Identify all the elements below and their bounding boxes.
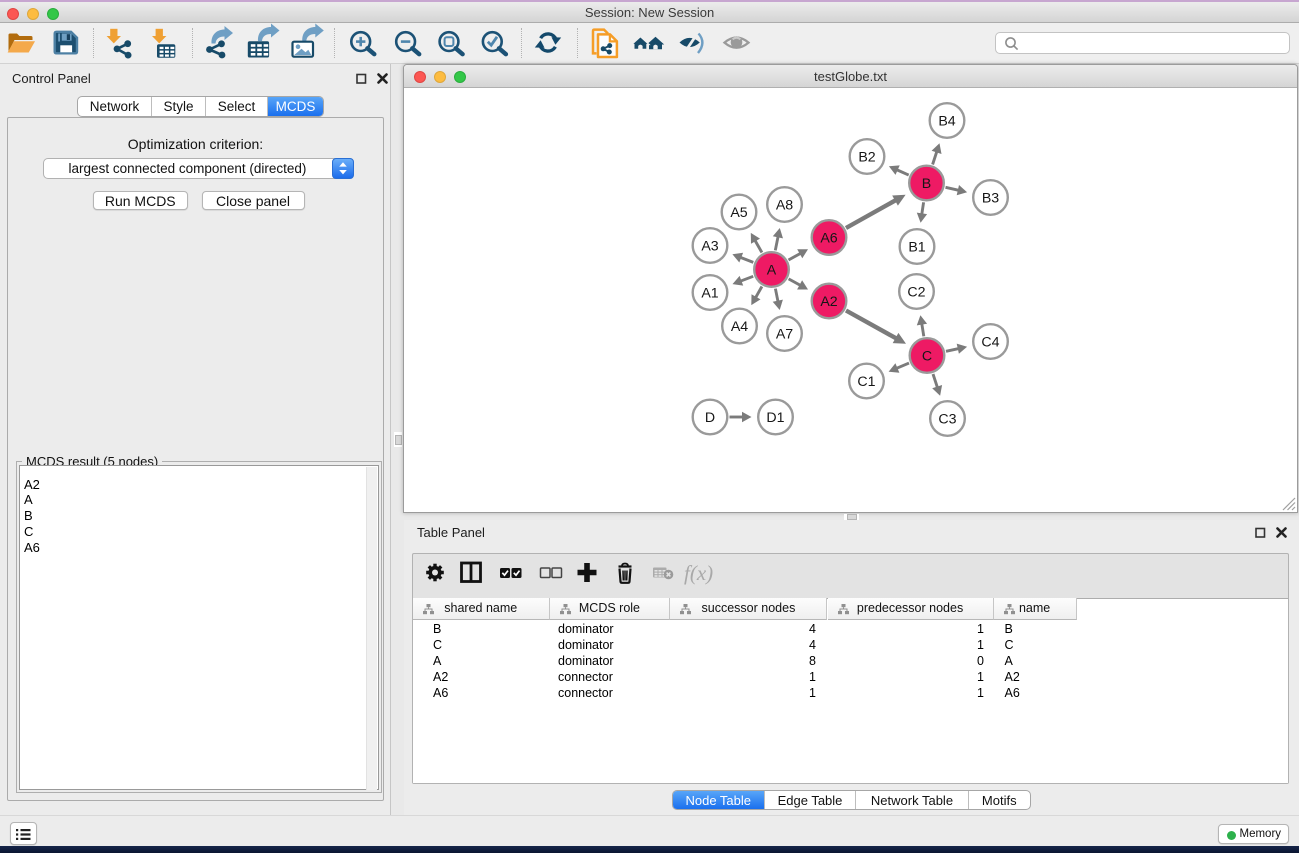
svg-text:A8: A8 xyxy=(776,197,793,213)
svg-text:C4: C4 xyxy=(981,334,999,350)
svg-text:A7: A7 xyxy=(776,326,793,342)
svg-text:A1: A1 xyxy=(701,285,718,301)
svg-text:A3: A3 xyxy=(701,238,718,254)
svg-text:A2: A2 xyxy=(820,294,837,310)
svg-text:B: B xyxy=(922,176,931,192)
svg-text:A4: A4 xyxy=(731,319,748,335)
svg-text:D1: D1 xyxy=(766,410,784,426)
svg-text:C1: C1 xyxy=(857,374,875,390)
svg-text:B4: B4 xyxy=(938,113,955,129)
svg-text:A: A xyxy=(767,262,777,278)
svg-text:B1: B1 xyxy=(908,239,925,255)
svg-text:B3: B3 xyxy=(982,190,999,206)
svg-text:A5: A5 xyxy=(730,205,747,221)
svg-text:C: C xyxy=(922,348,932,364)
svg-text:B2: B2 xyxy=(858,149,875,165)
svg-text:C2: C2 xyxy=(907,284,925,300)
svg-text:f(x): f(x) xyxy=(684,561,713,585)
svg-text:A6: A6 xyxy=(820,230,837,246)
svg-text:C3: C3 xyxy=(938,411,956,427)
svg-text:D: D xyxy=(705,410,715,426)
